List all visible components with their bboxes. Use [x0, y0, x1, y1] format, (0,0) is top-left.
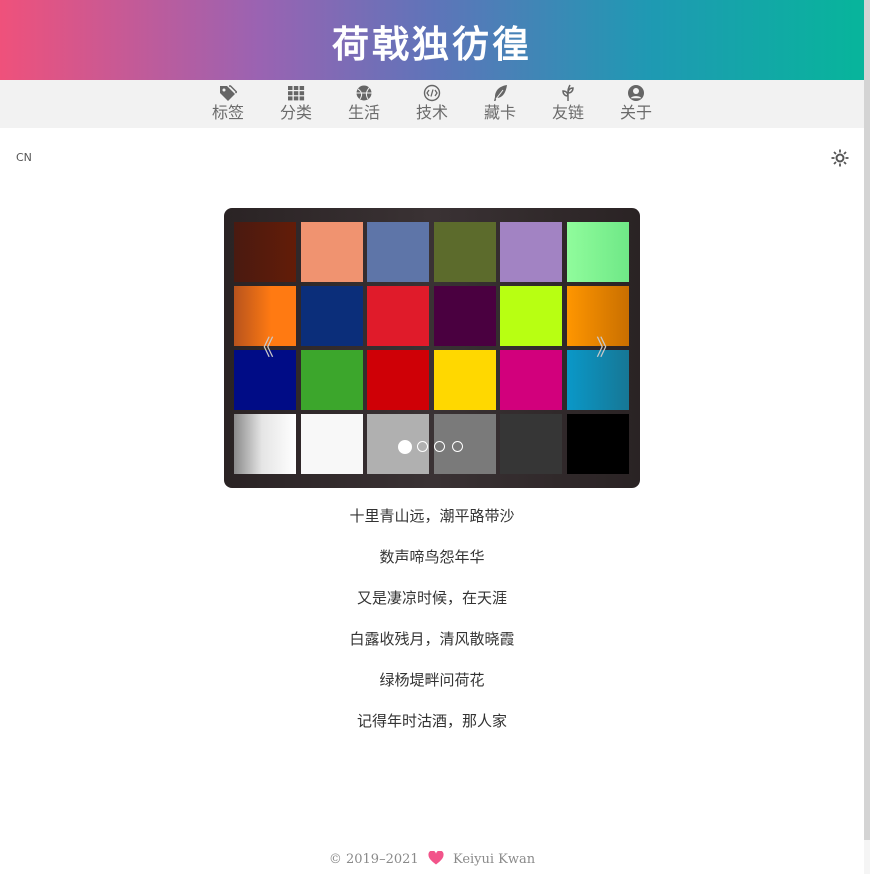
- color-swatch: [500, 222, 562, 282]
- poem-line: 十里青山远，潮平路带沙: [349, 507, 515, 525]
- copyright-years: © 2019–2021: [328, 852, 419, 867]
- color-swatch: [367, 350, 429, 410]
- color-swatch: [500, 286, 562, 346]
- nav-label: 关于: [619, 103, 652, 122]
- code-icon: [423, 84, 441, 102]
- color-swatch: [566, 222, 629, 282]
- sun-icon[interactable]: [831, 149, 849, 167]
- tag-icon: [220, 85, 237, 101]
- seedling-icon: [562, 84, 574, 101]
- language-toggle[interactable]: CN: [16, 151, 32, 164]
- nav-label: 标签: [211, 103, 244, 122]
- nav-item-tags[interactable]: 标签: [198, 84, 258, 126]
- nav-label: 藏卡: [483, 103, 516, 122]
- user-circle-icon: [628, 85, 644, 101]
- color-swatch: [300, 286, 363, 346]
- nav-label: 生活: [347, 103, 380, 122]
- site-header: 荷戟独彷徨: [0, 0, 864, 80]
- site-footer: © 2019–2021 Keiyui Kwan: [0, 851, 864, 867]
- image-carousel[interactable]: 《 》: [224, 208, 640, 488]
- poem-line: 绿杨堤畔问荷花: [379, 671, 485, 689]
- color-swatch: [367, 222, 429, 282]
- color-swatch: [500, 350, 562, 410]
- color-swatch: [367, 286, 429, 346]
- grid-icon: [288, 86, 305, 101]
- nav-item-categories[interactable]: 分类: [266, 84, 326, 126]
- poem: 十里青山远，潮平路带沙 数声啼鸟怨年华 又是凄凉时候，在天涯 白露收残月，清风散…: [0, 504, 864, 750]
- color-swatch: [300, 350, 363, 410]
- carousel-dot[interactable]: [417, 441, 428, 452]
- feather-icon: [494, 85, 507, 101]
- heart-icon: [428, 851, 444, 865]
- color-swatch: [433, 222, 496, 282]
- nav-item-collection[interactable]: 藏卡: [470, 84, 530, 126]
- poem-line: 白露收残月，清风散晓霞: [349, 630, 515, 648]
- carousel-dot[interactable]: [434, 441, 445, 452]
- nav-item-friends[interactable]: 友链: [538, 84, 598, 126]
- nav-label: 技术: [415, 103, 448, 122]
- carousel-dot[interactable]: [452, 441, 463, 452]
- poem-line: 数声啼鸟怨年华: [379, 548, 485, 566]
- carousel-prev-button[interactable]: 《: [252, 338, 274, 360]
- scrollbar-track[interactable]: [864, 840, 870, 874]
- carousel-next-button[interactable]: 》: [596, 338, 618, 360]
- carousel-dot[interactable]: [398, 440, 412, 454]
- nav-item-life[interactable]: 生活: [334, 84, 394, 126]
- color-swatch: [566, 414, 629, 474]
- author-link[interactable]: Keiyui Kwan: [453, 852, 535, 867]
- color-swatch: [433, 350, 496, 410]
- color-swatch: [300, 222, 363, 282]
- scrollbar-thumb[interactable]: [864, 0, 870, 840]
- poem-line: 又是凄凉时候，在天涯: [356, 589, 507, 607]
- site-title[interactable]: 荷戟独彷徨: [0, 14, 864, 68]
- poem-line: 记得年时沽酒，那人家: [356, 712, 507, 730]
- color-swatch: [234, 222, 296, 282]
- main-nav: 标签 分类 生活 技术 藏卡 友链 关于: [0, 80, 864, 128]
- nav-label: 友链: [551, 103, 584, 122]
- nav-label: 分类: [279, 103, 312, 122]
- nav-item-about[interactable]: 关于: [606, 84, 666, 126]
- color-swatch: [433, 286, 496, 346]
- basketball-icon: [356, 85, 372, 101]
- nav-item-tech[interactable]: 技术: [402, 84, 462, 126]
- color-swatch: [500, 414, 562, 474]
- color-swatch: [300, 414, 363, 474]
- color-swatch: [234, 414, 296, 474]
